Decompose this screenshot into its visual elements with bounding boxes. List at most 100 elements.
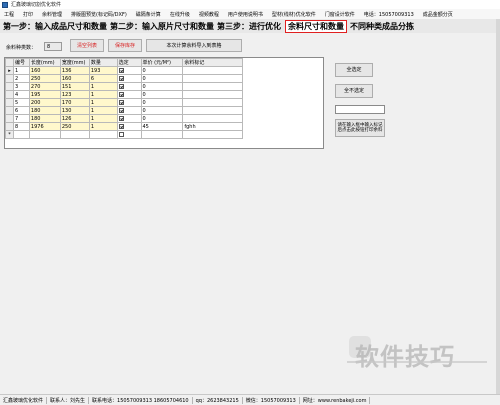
menu-user-manual[interactable]: 用户使用说明书 — [228, 11, 263, 18]
cell-width[interactable]: 123 — [59, 90, 90, 99]
table-row[interactable]: 6 180 130 1 0 — [5, 106, 243, 115]
table-row[interactable]: 5 200 170 1 0 — [5, 98, 243, 107]
cell-length[interactable]: 180 — [28, 114, 61, 123]
select-checkbox[interactable] — [118, 91, 124, 97]
row-header[interactable] — [5, 114, 14, 123]
import-remnants-button[interactable]: 本次计算余料导入到表格 — [146, 39, 242, 52]
cell-select[interactable] — [116, 122, 142, 131]
cell-length[interactable]: 200 — [28, 98, 61, 107]
cell-mark[interactable]: fghh — [182, 122, 243, 131]
cell-select[interactable] — [116, 74, 142, 83]
table-row[interactable]: 3 270 151 1 0 — [5, 82, 243, 91]
cell-mark[interactable] — [182, 74, 243, 83]
cell-id[interactable]: 3 — [12, 82, 30, 91]
cell-length[interactable]: 160 — [28, 66, 61, 75]
cell-id[interactable]: 5 — [12, 98, 30, 107]
save-stock-button[interactable]: 保存库存 — [108, 39, 142, 52]
cell-price[interactable]: 0 — [140, 82, 184, 91]
cell-price[interactable]: 45 — [140, 122, 184, 131]
select-checkbox[interactable] — [118, 115, 124, 121]
menu-print[interactable]: 打印 — [23, 11, 33, 18]
cell-id[interactable]: 8 — [12, 122, 30, 131]
cell-id[interactable]: 4 — [12, 90, 30, 99]
col-width[interactable]: 宽度(mm) — [59, 58, 90, 67]
cell-mark[interactable] — [182, 114, 243, 123]
table-row[interactable]: 2 250 160 6 0 — [5, 74, 243, 83]
row-header[interactable] — [5, 74, 14, 83]
new-row-cell[interactable] — [182, 130, 243, 139]
select-checkbox[interactable] — [118, 123, 124, 129]
tab-step1-products[interactable]: 第一步：输入成品尺寸和数量 — [3, 21, 107, 32]
cell-price[interactable]: 0 — [140, 66, 184, 75]
menu-window-design[interactable]: 门窗设计软件 — [325, 11, 355, 18]
new-row-header[interactable]: * — [5, 130, 14, 139]
select-checkbox[interactable] — [118, 75, 124, 81]
menu-amount-paging[interactable]: 成品金额分页 — [423, 11, 453, 18]
menu-profile-software[interactable]: 型材(线材)优化软件 — [272, 11, 316, 18]
tab-remnants[interactable]: 余料尺寸和数量 — [285, 19, 347, 33]
menu-video-tutorial[interactable]: 视频教程 — [199, 11, 219, 18]
select-checkbox[interactable] — [118, 131, 124, 137]
cell-price[interactable]: 0 — [140, 98, 184, 107]
col-select[interactable]: 选定 — [116, 58, 142, 67]
cell-select[interactable] — [116, 66, 142, 75]
cell-select[interactable] — [116, 90, 142, 99]
cell-id[interactable]: 7 — [12, 114, 30, 123]
new-row-cell[interactable] — [116, 130, 142, 139]
clear-list-button[interactable]: 清空列表 — [70, 39, 104, 52]
cell-length[interactable]: 180 — [28, 106, 61, 115]
tab-step3-optimize[interactable]: 第三步：进行优化 — [217, 21, 281, 32]
cell-mark[interactable] — [182, 66, 243, 75]
cell-qty[interactable]: 1 — [88, 122, 118, 131]
new-row-cell[interactable] — [88, 130, 118, 139]
cell-select[interactable] — [116, 106, 142, 115]
menu-spacer-calc[interactable]: 磁隔条计算 — [136, 11, 161, 18]
menu-remnant-manage[interactable]: 余料管理 — [42, 11, 62, 18]
row-header[interactable] — [5, 98, 14, 107]
cell-qty[interactable]: 6 — [88, 74, 118, 83]
row-header[interactable] — [5, 82, 14, 91]
cell-qty[interactable]: 1 — [88, 82, 118, 91]
select-checkbox[interactable] — [118, 83, 124, 89]
cell-id[interactable]: 1 — [12, 66, 30, 75]
cell-price[interactable]: 0 — [140, 114, 184, 123]
cell-width[interactable]: 136 — [59, 66, 90, 75]
cell-qty[interactable]: 193 — [88, 66, 118, 75]
cell-select[interactable] — [116, 82, 142, 91]
cell-width[interactable]: 151 — [59, 82, 90, 91]
cell-qty[interactable]: 1 — [88, 114, 118, 123]
cell-mark[interactable] — [182, 90, 243, 99]
cell-id[interactable]: 2 — [12, 74, 30, 83]
cell-width[interactable]: 250 — [59, 122, 90, 131]
cell-select[interactable] — [116, 98, 142, 107]
cell-length[interactable]: 270 — [28, 82, 61, 91]
row-header[interactable] — [5, 122, 14, 131]
remnant-table[interactable]: 编号 长度(mm) 宽度(mm) 数量 选定 单价 (元/M²) 余料标记 ▸ 1… — [4, 57, 324, 149]
col-id[interactable]: 编号 — [12, 58, 30, 67]
select-checkbox[interactable] — [118, 67, 124, 73]
cell-qty[interactable]: 1 — [88, 106, 118, 115]
cell-width[interactable]: 130 — [59, 106, 90, 115]
new-row-cell[interactable] — [12, 130, 30, 139]
new-row-cell[interactable] — [28, 130, 61, 139]
print-remnant-tag-button[interactable]: 请在输入框中输入标记后点击此按钮打印余料 — [335, 119, 385, 137]
cell-width[interactable]: 160 — [59, 74, 90, 83]
cell-price[interactable]: 0 — [140, 74, 184, 83]
new-row-cell[interactable] — [140, 130, 184, 139]
vertical-scroll-area[interactable] — [496, 19, 500, 394]
new-row[interactable]: * — [5, 130, 243, 139]
cell-price[interactable]: 0 — [140, 106, 184, 115]
cell-width[interactable]: 170 — [59, 98, 90, 107]
mark-input[interactable] — [335, 105, 385, 114]
row-header[interactable]: ▸ — [5, 66, 14, 75]
cell-width[interactable]: 126 — [59, 114, 90, 123]
col-mark[interactable]: 余料标记 — [182, 58, 243, 67]
select-all-button[interactable]: 全选定 — [335, 63, 373, 77]
menu-online-upgrade[interactable]: 在线升级 — [170, 11, 190, 18]
status-website[interactable]: 网址：www.renbakeji.com — [303, 396, 371, 404]
menu-layout-preview[interactable]: 排版图预览(标记码/DXF) — [71, 11, 127, 18]
row-header[interactable] — [5, 90, 14, 99]
table-row[interactable]: ▸ 1 160 136 193 0 — [5, 66, 243, 75]
select-checkbox[interactable] — [118, 107, 124, 113]
col-price[interactable]: 单价 (元/M²) — [140, 58, 184, 67]
